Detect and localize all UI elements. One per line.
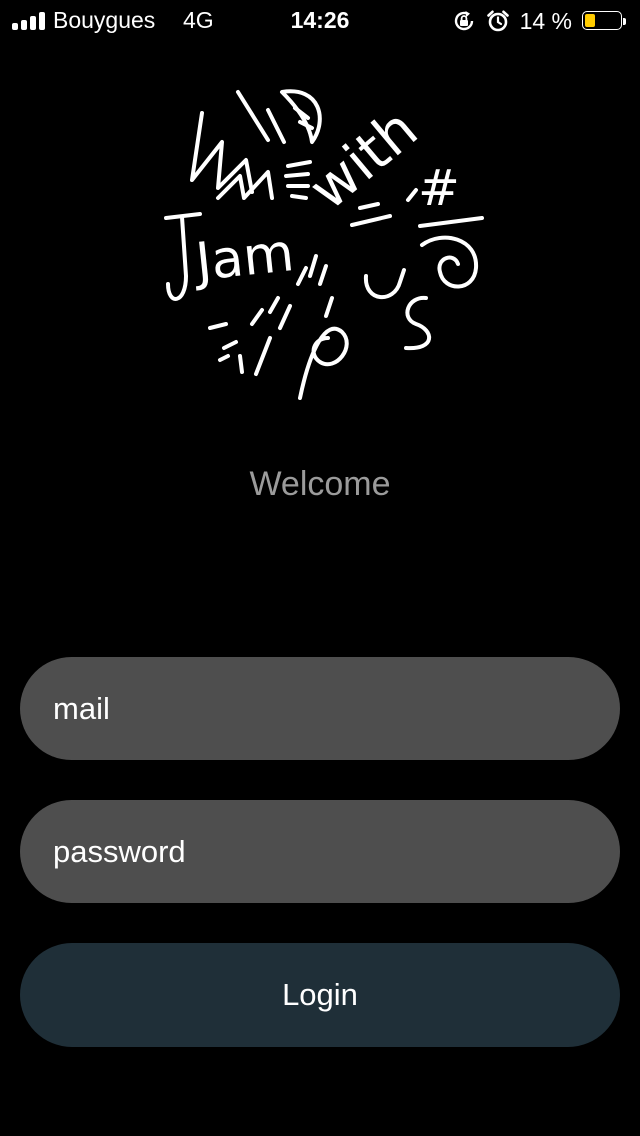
battery-icon xyxy=(582,10,626,32)
jam-with-us-logo: Jam with # xyxy=(164,89,484,400)
mail-field-container xyxy=(20,657,620,760)
battery-percent: 14 % xyxy=(519,7,572,34)
rotation-lock-icon xyxy=(454,11,473,31)
login-button[interactable]: Login xyxy=(20,943,620,1047)
mail-input[interactable] xyxy=(20,657,620,760)
logo-word-with: with xyxy=(297,97,430,223)
alarm-icon xyxy=(486,10,509,32)
logo-word-hash: # xyxy=(418,159,460,217)
logo-word-jam: Jam xyxy=(190,223,297,293)
status-bar: Bouygues 4G 14:26 14 % xyxy=(0,0,640,40)
password-input[interactable] xyxy=(20,800,620,903)
welcome-text: Welcome xyxy=(249,465,391,503)
battery-level xyxy=(585,13,595,27)
password-field-container xyxy=(20,800,620,903)
status-right: 14 % xyxy=(452,6,626,36)
